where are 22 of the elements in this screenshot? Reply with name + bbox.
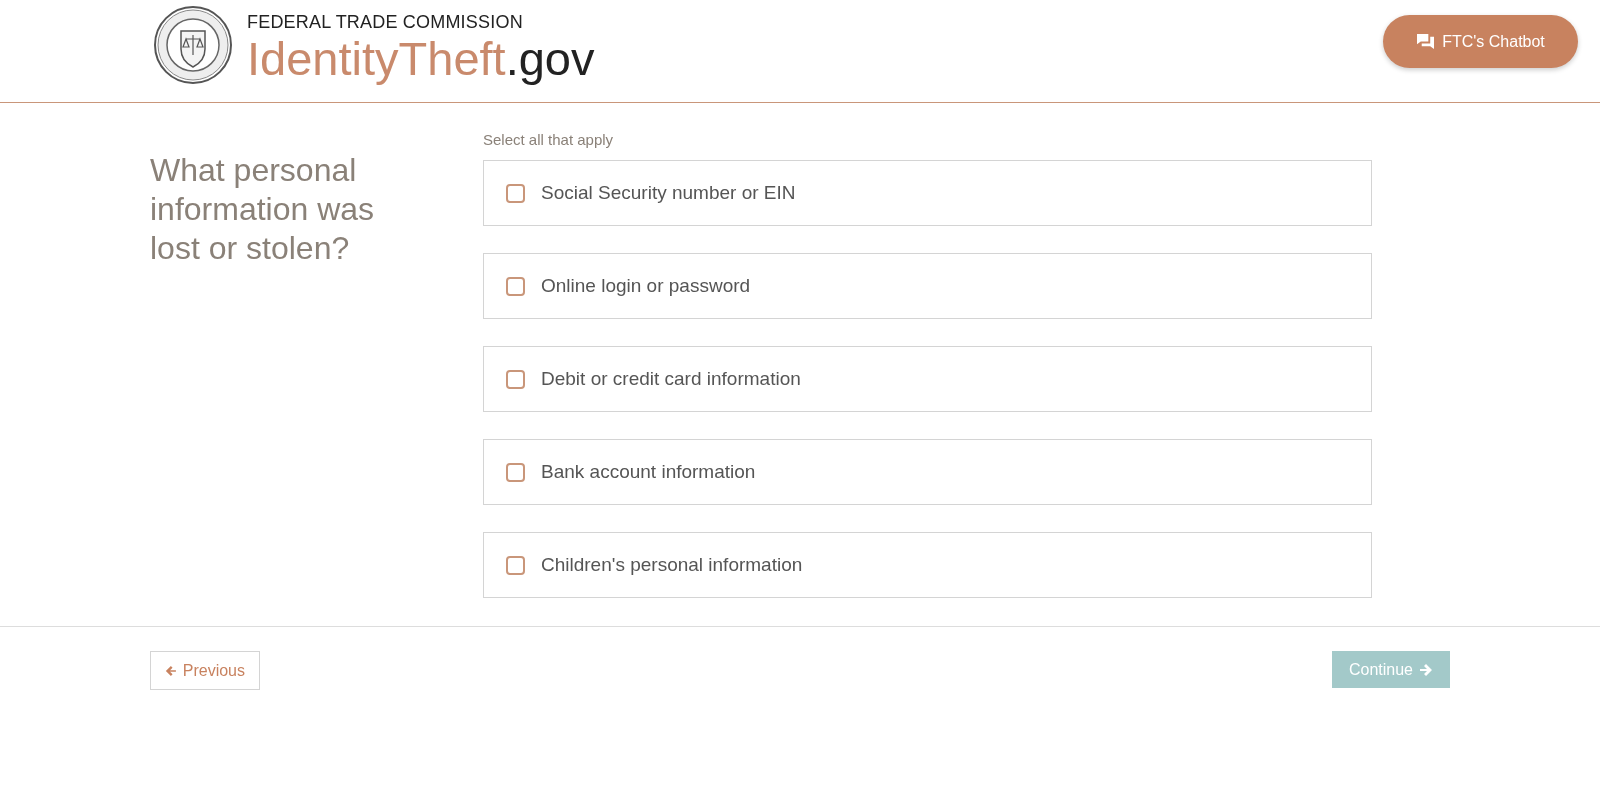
checkbox[interactable] [506,276,525,296]
agency-name: FEDERAL TRADE COMMISSION [247,11,524,33]
chat-icon [1416,33,1436,50]
option-row[interactable]: Debit or credit card information [483,346,1372,412]
option-row[interactable]: Online login or password [483,253,1372,319]
checkbox[interactable] [506,369,525,389]
option-row[interactable]: Social Security number or EIN [483,160,1372,226]
option-label: Debit or credit card information [541,368,801,390]
checkbox[interactable] [506,555,525,575]
checkbox[interactable] [506,462,525,482]
question-heading: What personal information was lost or stolen? [150,151,376,268]
option-row[interactable]: Children's personal information [483,532,1372,598]
option-label: Online login or password [541,275,751,297]
checkbox[interactable] [506,183,525,203]
hint-text: Select all that apply [483,131,615,148]
option-row[interactable]: Bank account information [483,439,1372,505]
option-label: Social Security number or EIN [541,182,796,204]
site-title: IdentityTheft.gov [247,32,595,85]
left-arrow-icon [165,663,177,678]
right-arrow-icon [1419,662,1433,677]
option-label: Children's personal information [541,554,803,576]
option-label: Bank account information [541,461,756,483]
